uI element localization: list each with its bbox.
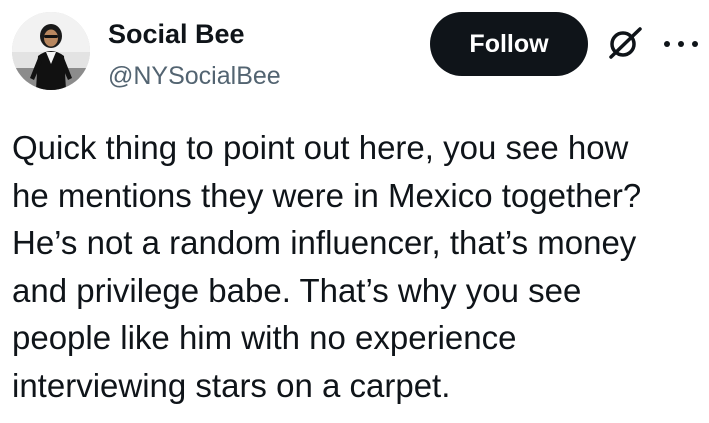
author-info: Social Bee @NYSocialBee: [108, 18, 281, 92]
dot-icon: [664, 41, 670, 47]
follow-button[interactable]: Follow: [430, 12, 588, 76]
display-name[interactable]: Social Bee: [108, 18, 281, 50]
user-handle[interactable]: @NYSocialBee: [108, 60, 281, 92]
dot-icon: [692, 41, 698, 47]
dot-icon: [678, 41, 684, 47]
avatar-photo: [12, 12, 90, 90]
tweet-text: Quick thing to point out here, you see h…: [12, 129, 642, 404]
avatar[interactable]: [12, 12, 90, 90]
more-horizontal-icon[interactable]: [664, 40, 698, 48]
tweet-card: Social Bee @NYSocialBee Follow Quick thi…: [0, 0, 709, 423]
grok-slash-icon[interactable]: [606, 24, 644, 62]
